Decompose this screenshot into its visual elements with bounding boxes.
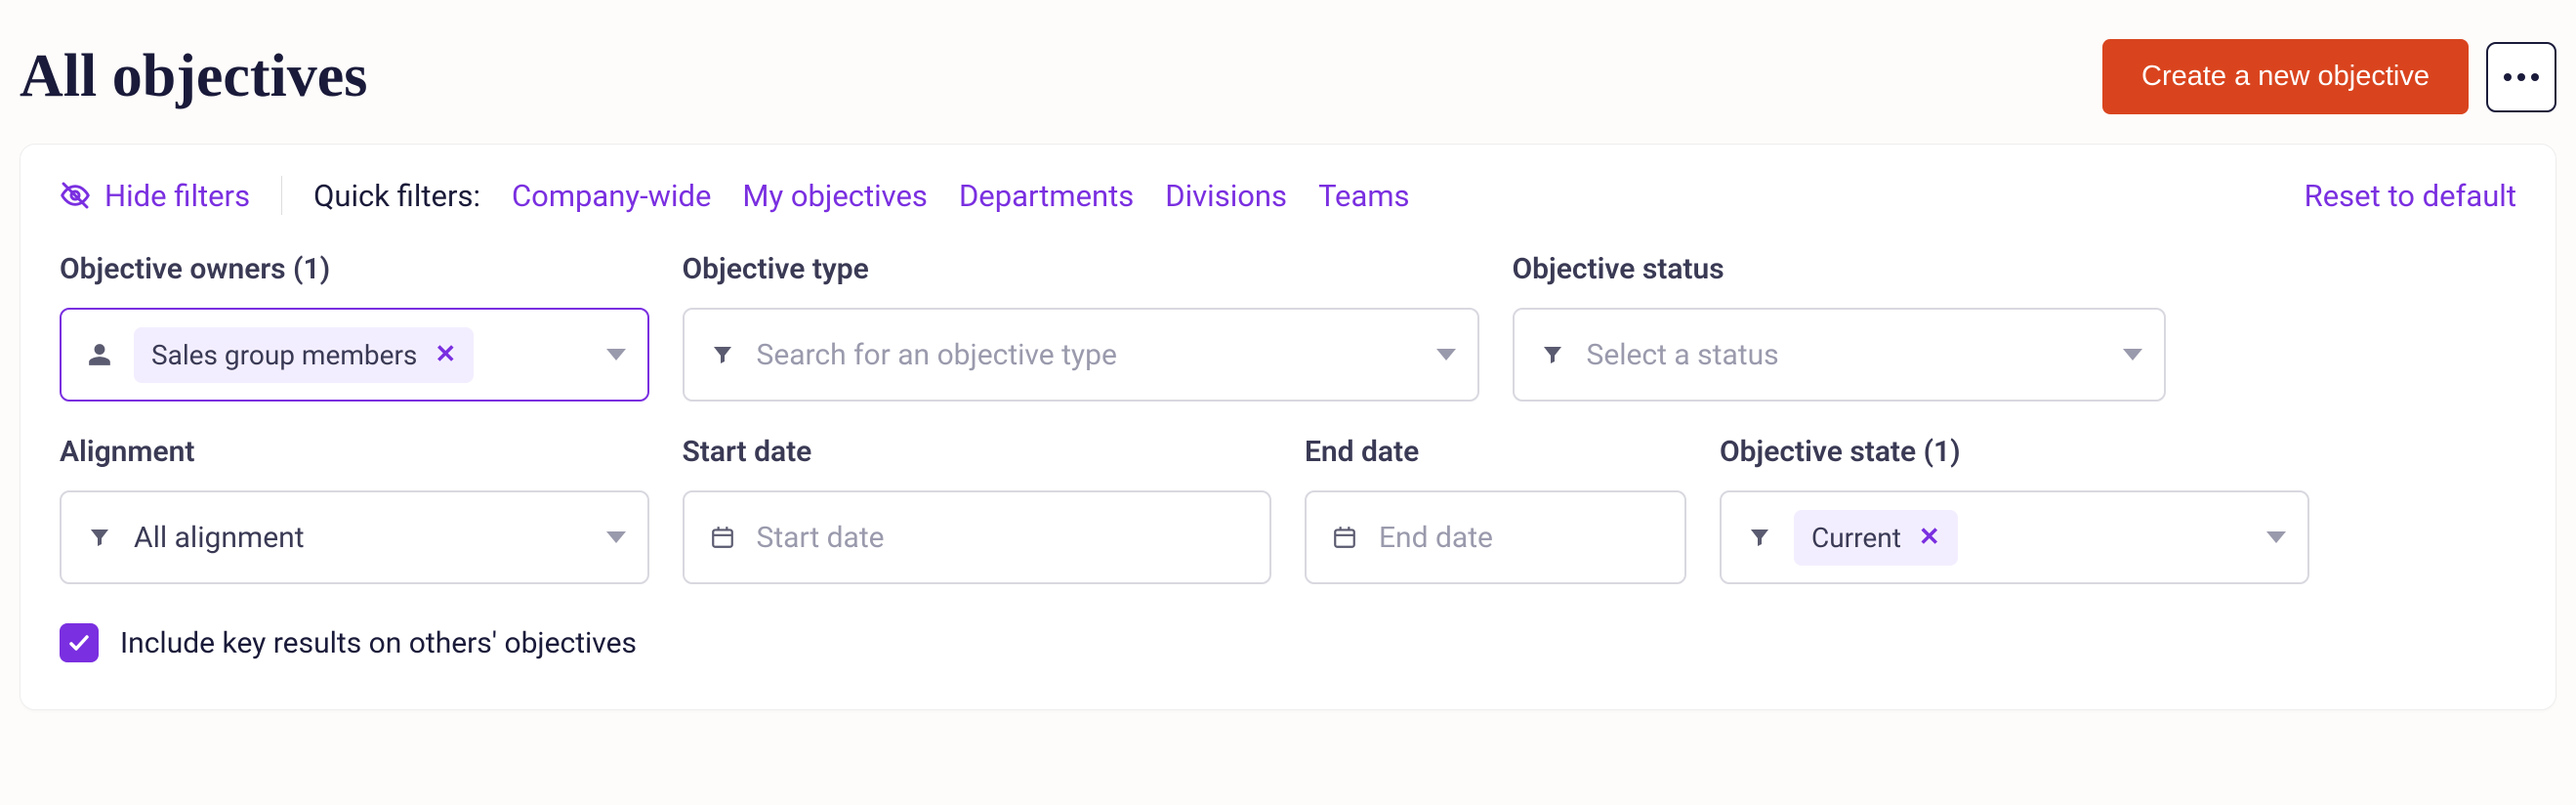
eye-off-icon bbox=[60, 180, 91, 211]
person-icon bbox=[83, 342, 116, 367]
quick-filters-label: Quick filters: bbox=[313, 178, 480, 214]
filter-icon bbox=[1743, 526, 1776, 549]
quick-filter-departments[interactable]: Departments bbox=[959, 178, 1134, 214]
state-chip-label: Current bbox=[1811, 522, 1901, 554]
objective-status-select[interactable]: Select a status bbox=[1513, 308, 2166, 402]
end-date-input[interactable]: End date bbox=[1305, 490, 1686, 584]
include-key-results-label: Include key results on others' objective… bbox=[120, 626, 637, 660]
objective-status-label: Objective status bbox=[1513, 252, 2166, 286]
chevron-down-icon bbox=[2123, 349, 2142, 360]
objective-type-label: Objective type bbox=[683, 252, 1479, 286]
create-objective-button[interactable]: Create a new objective bbox=[2102, 39, 2469, 114]
owner-chip-label: Sales group members bbox=[151, 339, 417, 371]
hide-filters-toggle[interactable]: Hide filters bbox=[60, 178, 250, 214]
dots-icon bbox=[2504, 73, 2512, 81]
start-date-label: Start date bbox=[683, 435, 1272, 469]
overflow-menu-button[interactable] bbox=[2486, 42, 2556, 112]
objective-type-select[interactable]: Search for an objective type bbox=[683, 308, 1479, 402]
page-title: All objectives bbox=[20, 42, 367, 111]
state-chip: Current ✕ bbox=[1794, 510, 1958, 566]
quick-filter-company-wide[interactable]: Company-wide bbox=[512, 178, 711, 214]
quick-filter-divisions[interactable]: Divisions bbox=[1165, 178, 1287, 214]
chevron-down-icon bbox=[1436, 349, 1456, 360]
chevron-down-icon bbox=[606, 349, 626, 360]
objective-owners-select[interactable]: Sales group members ✕ bbox=[60, 308, 649, 402]
reset-to-default-link[interactable]: Reset to default bbox=[2305, 178, 2516, 214]
alignment-select[interactable]: All alignment bbox=[60, 490, 649, 584]
filter-panel: Hide filters Quick filters: Company-wide… bbox=[20, 144, 2556, 710]
objective-state-select[interactable]: Current ✕ bbox=[1720, 490, 2309, 584]
calendar-icon bbox=[706, 525, 739, 550]
end-date-label: End date bbox=[1305, 435, 1686, 469]
alignment-value: All alignment bbox=[134, 521, 589, 555]
owner-chip-remove[interactable]: ✕ bbox=[435, 340, 456, 369]
filter-icon bbox=[1536, 343, 1569, 366]
start-date-placeholder: Start date bbox=[757, 521, 1249, 555]
objective-status-placeholder: Select a status bbox=[1587, 338, 2105, 372]
start-date-input[interactable]: Start date bbox=[683, 490, 1272, 584]
alignment-label: Alignment bbox=[60, 435, 649, 469]
objective-state-label: Objective state (1) bbox=[1720, 435, 2309, 469]
objective-owners-label: Objective owners (1) bbox=[60, 252, 649, 286]
filter-icon bbox=[83, 526, 116, 549]
chevron-down-icon bbox=[606, 531, 626, 543]
objective-type-placeholder: Search for an objective type bbox=[757, 338, 1419, 372]
chevron-down-icon bbox=[2266, 531, 2286, 543]
hide-filters-label: Hide filters bbox=[104, 178, 250, 214]
divider bbox=[281, 176, 282, 215]
state-chip-remove[interactable]: ✕ bbox=[1919, 523, 1940, 552]
owner-chip: Sales group members ✕ bbox=[134, 327, 474, 383]
calendar-icon bbox=[1328, 525, 1361, 550]
check-icon bbox=[67, 631, 91, 655]
quick-filter-my-objectives[interactable]: My objectives bbox=[742, 178, 928, 214]
include-key-results-checkbox[interactable] bbox=[60, 623, 99, 662]
quick-filter-teams[interactable]: Teams bbox=[1318, 178, 1409, 214]
filter-icon bbox=[706, 343, 739, 366]
end-date-placeholder: End date bbox=[1379, 521, 1663, 555]
